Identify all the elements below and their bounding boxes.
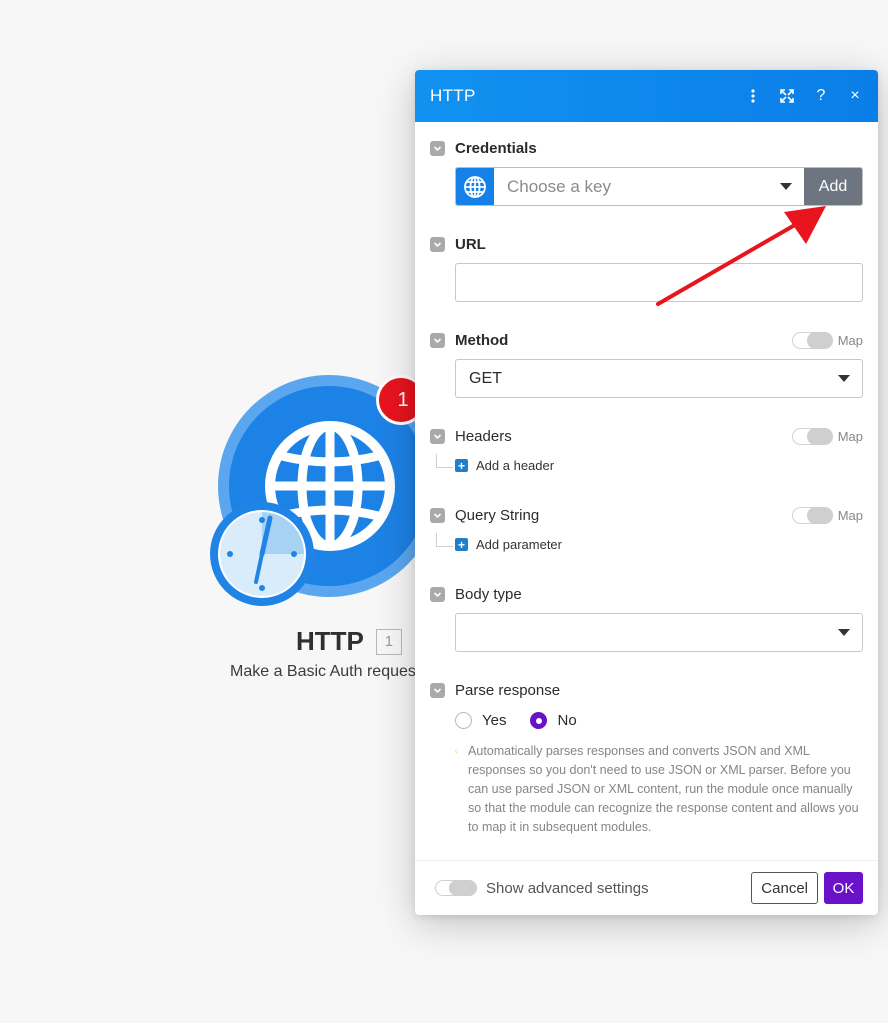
chevron-down-icon[interactable] [430, 429, 445, 444]
parse-response-label: Parse response [455, 682, 561, 699]
dialog-header: HTTP ? × [415, 70, 878, 122]
toggle-switch[interactable] [791, 332, 833, 349]
dialog-body: Credentials Choose a key Add URL Method … [415, 122, 878, 860]
header-actions: ? × [745, 87, 863, 104]
toggle-switch[interactable] [791, 428, 833, 445]
plus-icon[interactable]: + [455, 459, 468, 472]
cancel-button[interactable]: Cancel [751, 872, 818, 904]
query-map-toggle[interactable]: Map [791, 507, 863, 524]
credentials-select[interactable]: Choose a key Add [455, 167, 863, 206]
query-string-row: Query String Map [430, 507, 863, 524]
caret-down-icon [780, 182, 792, 190]
map-label: Map [837, 333, 863, 348]
globe-icon [456, 168, 494, 205]
toggle-switch[interactable] [791, 507, 833, 524]
method-select[interactable]: GET [455, 359, 863, 398]
body-type-select[interactable] [455, 613, 863, 652]
body-type-label: Body type [455, 586, 522, 603]
dialog-title: HTTP [430, 86, 476, 105]
url-input[interactable] [455, 263, 863, 302]
add-parameter-link[interactable]: Add parameter [476, 537, 562, 552]
radio-no[interactable] [530, 712, 548, 729]
badge-count: 1 [397, 388, 409, 411]
expand-icon[interactable] [779, 88, 795, 104]
radio-yes[interactable] [455, 712, 472, 729]
chevron-down-icon[interactable] [430, 587, 445, 602]
map-label: Map [837, 508, 863, 523]
hint-text: Automatically parses responses and conve… [468, 744, 859, 834]
url-label: URL [455, 236, 486, 253]
headers-row: Headers Map [430, 428, 863, 445]
credentials-label: Credentials [455, 140, 537, 157]
add-parameter-row[interactable]: + Add parameter [436, 532, 562, 552]
tree-connector [436, 532, 453, 547]
credentials-row: Credentials [430, 140, 863, 157]
caret-down-icon [838, 374, 850, 382]
url-row: URL [430, 236, 863, 253]
lightbulb-icon [455, 749, 458, 754]
chevron-down-icon[interactable] [430, 333, 445, 348]
headers-map-toggle[interactable]: Map [791, 428, 863, 445]
query-string-label: Query String [455, 507, 540, 524]
clock-icon [210, 502, 314, 606]
module-number: 1 [375, 628, 402, 655]
method-label: Method [455, 332, 509, 349]
http-module-dialog: HTTP ? × Credentials Choose a key Add UR… [415, 70, 878, 915]
key-dropdown[interactable]: Choose a key [494, 168, 804, 205]
parse-response-radios: Yes No [455, 712, 591, 729]
ok-button[interactable]: OK [824, 872, 863, 904]
advanced-settings-toggle[interactable]: Show advanced settings [435, 880, 751, 897]
plus-icon[interactable]: + [455, 538, 468, 551]
method-map-toggle[interactable]: Map [791, 332, 863, 349]
radio-yes-label[interactable]: Yes [482, 712, 506, 729]
toggle-switch[interactable] [435, 880, 477, 896]
parse-response-row: Parse response [430, 682, 863, 699]
advanced-settings-label[interactable]: Show advanced settings [486, 880, 649, 897]
parse-response-hint: Automatically parses responses and conve… [455, 742, 865, 837]
close-icon[interactable]: × [847, 87, 863, 104]
help-icon[interactable]: ? [813, 87, 829, 104]
add-header-link[interactable]: Add a header [476, 458, 554, 473]
chevron-down-icon[interactable] [430, 237, 445, 252]
module-name-text: HTTP [296, 626, 364, 656]
chevron-down-icon[interactable] [430, 683, 445, 698]
map-label: Map [837, 429, 863, 444]
radio-no-label[interactable]: No [557, 712, 576, 729]
body-type-row: Body type [430, 586, 863, 603]
headers-label: Headers [455, 428, 512, 445]
tree-connector [436, 453, 453, 468]
key-placeholder: Choose a key [507, 176, 611, 196]
dialog-footer: Show advanced settings Cancel OK [415, 860, 878, 915]
method-row: Method Map [430, 332, 863, 349]
more-vertical-icon[interactable] [745, 88, 761, 104]
chevron-down-icon[interactable] [430, 508, 445, 523]
add-key-button[interactable]: Add [804, 168, 862, 205]
module-title: HTTP 1 [296, 626, 402, 657]
method-value: GET [469, 369, 502, 387]
add-header-row[interactable]: + Add a header [436, 453, 554, 473]
chevron-down-icon[interactable] [430, 141, 445, 156]
caret-down-icon [838, 628, 850, 636]
module-description: Make a Basic Auth request [230, 663, 418, 680]
